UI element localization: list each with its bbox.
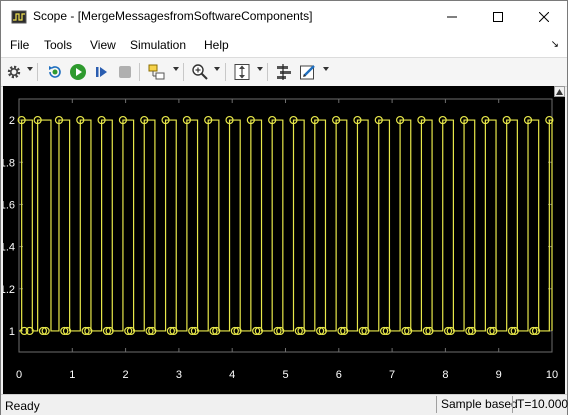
toolbar-separator [267,63,268,81]
toolbar-separator [37,63,38,81]
x-tick-label: 9 [496,369,502,381]
simulation-time-status: T=10.000 [512,396,568,413]
menu-bar: File Tools View Simulation Help ↘ [1,33,567,57]
x-tick-label: 7 [389,369,395,381]
zoom-icon [192,64,208,80]
x-tick-label: 3 [176,369,182,381]
step-forward-icon [96,67,107,77]
style-dropdown-icon[interactable] [323,67,329,71]
scope-window: Scope - [MergeMessagesfromSoftwareCompon… [0,0,568,415]
y-tick-label: 1.8 [3,157,15,169]
zoom-dropdown-icon[interactable] [214,67,220,71]
scope-app-icon [11,10,27,24]
scale-axes-dropdown-icon[interactable] [257,67,263,71]
settings-button[interactable] [5,62,23,82]
toolbar [1,57,567,87]
restore-button[interactable] [45,62,65,82]
undock-axes-icon [556,89,563,95]
menu-view[interactable]: View [90,38,116,52]
x-tick-label: 4 [229,369,235,381]
highlight-simulink-block-icon [148,64,165,80]
menu-file[interactable]: File [10,38,29,52]
minimize-button[interactable] [429,1,475,33]
y-tick-label: 1.6 [3,199,15,211]
dock-arrow-icon[interactable]: ↘ [551,39,559,50]
y-tick-label: 2 [9,115,15,127]
style-icon [300,65,315,80]
run-icon [70,64,86,80]
x-tick-label: 0 [16,369,22,381]
x-tick-label: 8 [442,369,448,381]
stop-button[interactable] [115,62,135,82]
cursor-measurements-icon [277,64,291,80]
sample-mode-status: Sample based [436,396,518,413]
undock-axes-button[interactable] [554,86,565,97]
settings-icon [7,65,21,79]
status-bar: Ready Sample based T=10.000 [1,394,568,415]
restore-icon [49,66,61,78]
menu-help[interactable]: Help [204,38,229,52]
menu-tools[interactable]: Tools [44,38,72,52]
x-tick-label: 10 [546,369,558,381]
maximize-icon [493,12,503,22]
style-button[interactable] [298,62,318,82]
highlight-simulink-block-button[interactable] [147,62,169,82]
cursor-measurements-button[interactable] [274,62,294,82]
highlight-dropdown-icon[interactable] [173,67,179,71]
x-tick-label: 6 [336,369,342,381]
signal-line [19,119,553,332]
zoom-button[interactable] [190,62,210,82]
y-tick-label: 1.4 [3,242,15,254]
x-tick-label: 2 [123,369,129,381]
title-bar[interactable]: Scope - [MergeMessagesfromSoftwareCompon… [1,1,567,33]
menu-simulation[interactable]: Simulation [130,38,186,52]
toolbar-separator [225,63,226,81]
x-tick-label: 5 [282,369,288,381]
toolbar-separator [139,63,140,81]
y-tick-label: 1.2 [3,284,15,296]
axes-frame [18,98,553,353]
window-title: Scope - [MergeMessagesfromSoftwareCompon… [33,9,313,23]
y-tick-label: 1 [9,326,15,338]
x-tick-label: 1 [69,369,75,381]
stop-icon [119,66,131,78]
close-button[interactable] [521,1,567,33]
status-ready: Ready [5,399,40,413]
toolbar-separator [183,63,184,81]
plot-area[interactable]: 1 1.2 1.4 1.6 1.8 2 0 1 2 3 4 5 6 7 8 9 10 [0,86,565,394]
minimize-icon [447,16,457,18]
step-forward-button[interactable] [92,62,112,82]
scale-axes-icon [234,64,250,80]
maximize-button[interactable] [475,1,521,33]
scale-axes-button[interactable] [232,62,252,82]
scope-chart: 1 1.2 1.4 1.6 1.8 2 0 1 2 3 4 5 6 7 8 9 10 [0,98,558,381]
settings-dropdown-icon[interactable] [27,67,33,71]
close-icon [539,12,549,22]
run-button[interactable] [68,62,88,82]
